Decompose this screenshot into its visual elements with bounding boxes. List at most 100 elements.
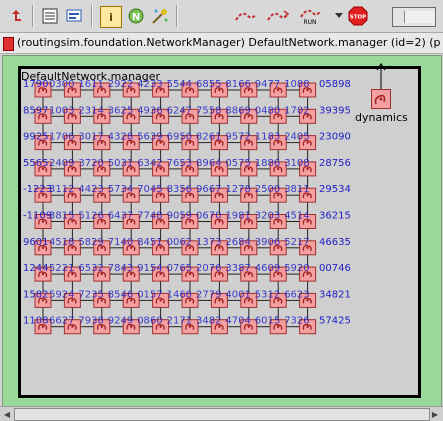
overlap-number: 7653: [167, 158, 192, 169]
overlap-number: 2314: [78, 105, 103, 116]
overlap-number: 7326: [284, 316, 309, 327]
overlap-number: 6437: [108, 211, 133, 222]
overlap-number: 4233: [137, 79, 162, 90]
netedit-icon[interactable]: N: [126, 6, 146, 26]
row-number-left: 9925: [23, 132, 48, 143]
overlap-number: 3720: [78, 158, 103, 169]
overlap-number: 8546: [108, 289, 133, 300]
run-fast-icon[interactable]: [266, 6, 290, 26]
scroll-left-icon[interactable]: ◀: [2, 409, 12, 419]
overlap-number: 8869: [225, 105, 250, 116]
overlap-number: 5829: [78, 237, 103, 248]
dropdown-icon[interactable]: [334, 6, 344, 26]
overlap-number: 4518: [49, 237, 74, 248]
row-number-right: 39395: [319, 105, 351, 116]
overlap-number: 2409: [49, 158, 74, 169]
overlap-number: 9154: [137, 263, 162, 274]
overlap-number: 5031: [108, 158, 133, 169]
overlap-number: 2779: [196, 289, 221, 300]
progress-box-icon: [392, 7, 436, 27]
list-icon[interactable]: [40, 6, 60, 26]
color-swatch-icon: [3, 37, 14, 51]
overlap-number: 7045: [137, 184, 162, 195]
overlap-number: 2076: [196, 263, 221, 274]
overlap-number: 6623: [284, 289, 309, 300]
dynamics-icon[interactable]: [371, 89, 391, 109]
toolbar-separator: [32, 5, 34, 27]
scroll-right-icon[interactable]: ▶: [430, 409, 440, 419]
overlap-number: 4001: [225, 289, 250, 300]
overlap-number: 9249: [108, 316, 133, 327]
overlap-number: 3017: [78, 132, 103, 143]
run-icon[interactable]: RUN: [298, 4, 322, 28]
overlap-number: 5920: [284, 263, 309, 274]
row-number-left: 8597: [23, 105, 48, 116]
overlap-number: 5217: [284, 237, 309, 248]
overlap-number: 5221: [49, 263, 74, 274]
overlap-number: 9477: [255, 79, 280, 90]
overlap-number: 8356: [167, 184, 192, 195]
overlap-number: 7938: [78, 316, 103, 327]
overlap-number: 7843: [108, 263, 133, 274]
up-arrow-icon[interactable]: [6, 6, 26, 26]
row-number-right: 34821: [319, 289, 351, 300]
overlap-number: 2171: [167, 316, 192, 327]
overlap-number: 3112: [49, 184, 74, 195]
overlap-number: 4704: [225, 316, 250, 327]
overlap-number: 3811: [284, 184, 309, 195]
horizontal-scrollbar[interactable]: ◀ ▶: [0, 406, 443, 421]
overlap-number: 3387: [225, 263, 250, 274]
overlap-number: 2922: [108, 79, 133, 90]
overlap-number: 2684: [225, 237, 250, 248]
row-number-right: 23090: [319, 132, 351, 143]
overlap-number: 1278: [225, 184, 250, 195]
row-number-left: 9601: [23, 237, 48, 248]
inspector-icon[interactable]: [64, 6, 84, 26]
network-canvas[interactable]: DefaultNetwork.manager 1790 05898 0300 1611…: [2, 55, 442, 407]
overlap-number: 1468: [167, 289, 192, 300]
row-number-right: 29534: [319, 184, 351, 195]
overlap-number: 7140: [108, 237, 133, 248]
overlap-number: 7235: [78, 289, 103, 300]
overlap-number: 4423: [78, 184, 103, 195]
overlap-number: 6532: [78, 263, 103, 274]
overlap-number: 4514: [284, 211, 309, 222]
overlap-number: 1611: [78, 79, 103, 90]
row-number-right: 46635: [319, 237, 351, 248]
overlap-number: 1702: [284, 105, 309, 116]
overlap-number: 0860: [137, 316, 162, 327]
overlap-number: 0300: [49, 79, 74, 90]
overlap-number: 0157: [137, 289, 162, 300]
stop-icon[interactable]: STOP: [348, 6, 368, 26]
row-number-left: 1108: [23, 316, 48, 327]
overlap-number: 0480: [255, 105, 280, 116]
overlap-number: 1088: [284, 79, 309, 90]
overlap-number: 6015: [255, 316, 280, 327]
overlap-number: 5312: [255, 289, 280, 300]
overlap-number: 9667: [196, 184, 221, 195]
overlap-number: 6950: [167, 132, 192, 143]
overlap-number: 1981: [225, 211, 250, 222]
row-number-left: 1244: [23, 263, 48, 274]
overlap-number: 3482: [196, 316, 221, 327]
tools-icon[interactable]: [150, 6, 170, 26]
overlap-number: 0575: [225, 158, 250, 169]
scroll-thumb[interactable]: [14, 408, 430, 421]
row-number-right: 36215: [319, 211, 351, 222]
overlap-number: 3906: [255, 237, 280, 248]
overlap-number: 6855: [196, 79, 221, 90]
overlap-number: 5639: [137, 132, 162, 143]
overlap-number: 7748: [137, 211, 162, 222]
overlap-number: 1706: [49, 132, 74, 143]
row-number-right: 28756: [319, 158, 351, 169]
overlap-number: 1003: [49, 105, 74, 116]
overlap-number: 2405: [284, 132, 309, 143]
overlap-number: 8451: [137, 237, 162, 248]
overlap-number: 4936: [137, 105, 162, 116]
overlap-number: 3203: [255, 211, 280, 222]
row-number-right: 57425: [319, 316, 351, 327]
info-icon[interactable]: i: [100, 6, 122, 28]
step-icon[interactable]: [234, 6, 258, 26]
dynamics-pointer-arrow: [376, 62, 386, 90]
row-number-left: 5565: [23, 158, 48, 169]
